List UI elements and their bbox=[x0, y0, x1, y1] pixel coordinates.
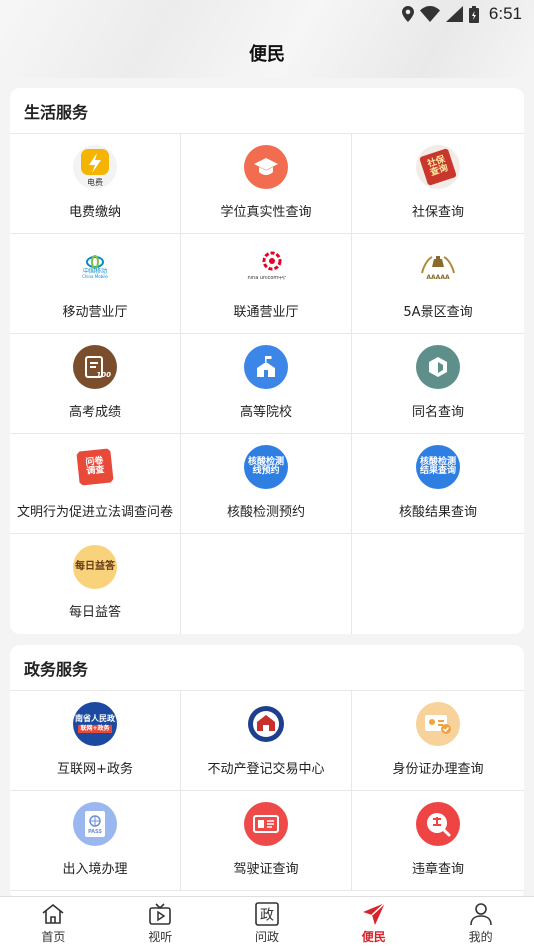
university-icon bbox=[244, 345, 288, 389]
nucleic-test-appointment-icon: 核酸检测 线预约 bbox=[244, 445, 288, 489]
service-nucleic-result[interactable]: 核酸检测 结果查询 核酸结果查询 bbox=[352, 434, 524, 534]
service-china-unicom[interactable]: China unicom中国联通 联通营业厅 bbox=[181, 234, 352, 334]
gov-services-card: 政务服务 南省人民政 联网+政务 互联网+政务 不动产登记交易中心 身份证办理查… bbox=[10, 645, 524, 900]
cell-signal-icon bbox=[445, 6, 463, 22]
service-passport[interactable]: PASS 出入境办理 bbox=[10, 791, 181, 891]
service-social-security[interactable]: 社保 查询 社保查询 bbox=[352, 134, 524, 234]
wifi-icon bbox=[419, 6, 440, 22]
service-label: 高考成绩 bbox=[68, 405, 121, 420]
service-label: 违章查询 bbox=[411, 862, 464, 877]
daily-quiz-icon: 每日益答 bbox=[73, 545, 117, 589]
service-label: 同名查询 bbox=[411, 405, 464, 420]
service-label: 联通营业厅 bbox=[233, 305, 299, 320]
service-civilization-questionnaire[interactable]: 问卷 调查 文明行为促进立法调查问卷 bbox=[10, 434, 181, 534]
nav-gov-qa[interactable]: 政 问政 bbox=[214, 897, 321, 950]
service-label: 核酸检测预约 bbox=[226, 505, 305, 520]
driving-license-icon bbox=[244, 802, 288, 846]
location-icon bbox=[401, 6, 414, 22]
service-id-card[interactable]: 身份证办理查询 bbox=[352, 691, 524, 791]
service-degree-verification[interactable]: 学位真实性查询 bbox=[181, 134, 352, 234]
service-label: 移动营业厅 bbox=[62, 305, 128, 320]
gov-services-grid: 南省人民政 联网+政务 互联网+政务 不动产登记交易中心 身份证办理查询 PAS… bbox=[10, 691, 524, 891]
gov-services-title: 政务服务 bbox=[10, 645, 524, 691]
graduation-cap-icon bbox=[244, 145, 288, 189]
service-label: 出入境办理 bbox=[62, 862, 128, 877]
service-traffic-violation[interactable]: 违章查询 bbox=[352, 791, 524, 891]
service-label: 电费缴纳 bbox=[68, 205, 121, 220]
id-card-icon bbox=[416, 702, 460, 746]
nav-services[interactable]: 便民 bbox=[320, 897, 427, 950]
nav-profile[interactable]: 我的 bbox=[427, 897, 534, 950]
service-label: 文明行为促进立法调查问卷 bbox=[16, 505, 173, 520]
service-label: 每日益答 bbox=[68, 605, 121, 620]
service-nucleic-appointment[interactable]: 核酸检测 线预约 核酸检测预约 bbox=[181, 434, 352, 534]
real-estate-registration-icon bbox=[244, 702, 288, 746]
service-label: 5A景区查询 bbox=[403, 305, 473, 320]
service-university[interactable]: 高等院校 bbox=[181, 334, 352, 434]
nav-home[interactable]: 首页 bbox=[0, 897, 107, 950]
service-arrow-icon bbox=[361, 902, 387, 926]
nav-label: 我的 bbox=[468, 930, 493, 944]
service-label: 核酸结果查询 bbox=[398, 505, 477, 520]
home-icon bbox=[40, 902, 66, 926]
service-label: 不动产登记交易中心 bbox=[207, 762, 325, 777]
service-label: 社保查询 bbox=[411, 205, 464, 220]
service-daily-quiz[interactable]: 每日益答 每日益答 bbox=[10, 534, 181, 634]
battery-icon bbox=[468, 5, 479, 23]
empty-cell bbox=[352, 534, 524, 634]
service-label: 高等院校 bbox=[239, 405, 292, 420]
empty-cell bbox=[181, 534, 352, 634]
5a-scenic-icon: AAAAA bbox=[416, 245, 460, 289]
nucleic-result-query-icon: 核酸检测 结果查询 bbox=[416, 445, 460, 489]
service-label: 身份证办理查询 bbox=[392, 762, 484, 777]
life-services-title: 生活服务 bbox=[10, 88, 524, 134]
bottom-nav: 首页 视听 政 问政 便民 我的 bbox=[0, 896, 534, 950]
social-security-icon: 社保 查询 bbox=[416, 145, 460, 189]
life-services-grid: 电费 电费缴纳 学位真实性查询 社保 查询 社保查询 中国移动 China Mo… bbox=[10, 134, 524, 634]
life-services-card: 生活服务 电费 电费缴纳 学位真实性查询 社保 查询 社保查询 中国移动 Chi… bbox=[10, 88, 524, 634]
service-china-mobile[interactable]: 中国移动 China Mobile 移动营业厅 bbox=[10, 234, 181, 334]
header-background: 6:51 便民 bbox=[0, 0, 534, 78]
page-title: 便民 bbox=[249, 44, 285, 65]
same-name-query-icon bbox=[416, 345, 460, 389]
status-time: 6:51 bbox=[488, 4, 522, 23]
exam-score-icon: 100 bbox=[73, 345, 117, 389]
nav-label: 视听 bbox=[148, 930, 173, 944]
nav-label: 便民 bbox=[361, 930, 386, 944]
service-label: 驾驶证查询 bbox=[233, 862, 299, 877]
service-label: 互联网+政务 bbox=[57, 762, 133, 777]
nav-label: 首页 bbox=[41, 930, 66, 944]
gov-qa-icon: 政 bbox=[254, 902, 280, 926]
status-bar: 6:51 bbox=[0, 0, 534, 28]
svg-text:政: 政 bbox=[260, 908, 274, 924]
passport-icon: PASS bbox=[73, 802, 117, 846]
china-mobile-icon: 中国移动 China Mobile bbox=[73, 245, 117, 289]
service-exam-score[interactable]: 100 高考成绩 bbox=[10, 334, 181, 434]
nav-label: 问政 bbox=[254, 930, 279, 944]
electricity-bill-icon: 电费 bbox=[73, 145, 117, 189]
questionnaire-icon: 问卷 调查 bbox=[73, 445, 117, 489]
service-internet-gov[interactable]: 南省人民政 联网+政务 互联网+政务 bbox=[10, 691, 181, 791]
service-same-name[interactable]: 同名查询 bbox=[352, 334, 524, 434]
service-5a-scenic[interactable]: AAAAA 5A景区查询 bbox=[352, 234, 524, 334]
service-electricity-bill[interactable]: 电费 电费缴纳 bbox=[10, 134, 181, 234]
china-unicom-icon: China unicom中国联通 bbox=[244, 245, 288, 289]
profile-icon bbox=[468, 902, 494, 926]
service-driving-license[interactable]: 驾驶证查询 bbox=[181, 791, 352, 891]
nav-media[interactable]: 视听 bbox=[107, 897, 214, 950]
service-real-estate[interactable]: 不动产登记交易中心 bbox=[181, 691, 352, 791]
service-label: 学位真实性查询 bbox=[220, 205, 312, 220]
traffic-violation-icon bbox=[416, 802, 460, 846]
tv-icon bbox=[147, 902, 173, 926]
internet-gov-icon: 南省人民政 联网+政务 bbox=[73, 702, 117, 746]
